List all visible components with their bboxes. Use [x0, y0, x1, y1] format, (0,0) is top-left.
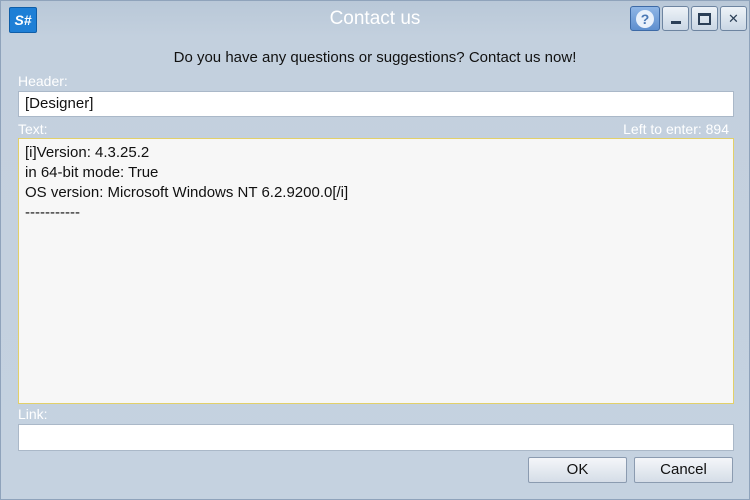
minimize-icon — [670, 21, 681, 24]
title-bar: S# Contact us ? ✕ — [1, 1, 749, 37]
minimize-button[interactable] — [662, 6, 689, 31]
message-line: ----------- — [25, 204, 80, 221]
close-icon: ✕ — [728, 10, 739, 26]
link-input[interactable] — [18, 424, 734, 451]
text-label: Text: — [18, 121, 48, 137]
contact-dialog: S# Contact us ? ✕ Do you have any questi… — [0, 0, 750, 500]
maximize-icon — [698, 12, 711, 25]
header-input[interactable]: [Designer] — [18, 91, 734, 117]
help-icon: ? — [636, 9, 654, 28]
link-label: Link: — [18, 406, 48, 422]
message-line: in 64-bit mode: True — [25, 164, 159, 181]
ok-button[interactable]: OK — [528, 457, 627, 483]
close-button[interactable]: ✕ — [720, 6, 747, 31]
header-label: Header: — [18, 73, 68, 89]
cancel-button[interactable]: Cancel — [634, 457, 733, 483]
contact-prompt: Do you have any questions or suggestions… — [173, 49, 577, 66]
left-to-enter-counter: Left to enter: 894 — [623, 121, 729, 137]
help-button[interactable]: ? — [630, 6, 660, 31]
message-line: [i]Version: 4.3.25.2 — [25, 144, 150, 161]
message-line: OS version: Microsoft Windows NT 6.2.920… — [25, 184, 349, 201]
maximize-button[interactable] — [691, 6, 718, 31]
message-textarea[interactable]: [i]Version: 4.3.25.2 in 64-bit mode: Tru… — [18, 138, 734, 404]
